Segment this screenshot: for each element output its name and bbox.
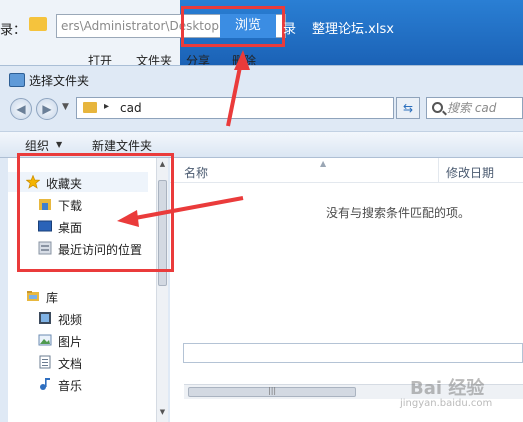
nav-label-videos: 视频 bbox=[58, 313, 83, 327]
nav-label-music: 音乐 bbox=[58, 379, 83, 393]
scroll-down-icon[interactable]: ▼ bbox=[157, 408, 168, 416]
search-input[interactable] bbox=[447, 99, 521, 117]
desktop-file-xlsx[interactable]: 整理论坛.xlsx bbox=[312, 18, 394, 37]
nav-item-music[interactable]: 音乐 bbox=[8, 374, 148, 394]
forward-arrow-icon: ▶ bbox=[42, 102, 52, 116]
search-box[interactable] bbox=[426, 97, 523, 119]
organize-button[interactable]: 组织 bbox=[25, 137, 49, 154]
video-icon bbox=[39, 312, 51, 324]
nav-item-libraries[interactable]: 库 bbox=[8, 286, 148, 306]
forward-button[interactable]: ▶ bbox=[36, 98, 58, 120]
nav-label-pictures: 图片 bbox=[58, 335, 83, 349]
folder-icon bbox=[83, 102, 97, 113]
favorites-highlight-box bbox=[17, 153, 174, 272]
music-icon bbox=[40, 378, 50, 390]
scroll-grip-icon: ||| bbox=[268, 386, 277, 395]
nav-item-documents[interactable]: 文档 bbox=[8, 352, 148, 372]
address-bar[interactable]: ▸ cad bbox=[76, 97, 394, 119]
title-bar: 选择文件夹 bbox=[0, 66, 523, 92]
column-name[interactable]: 名称 bbox=[184, 164, 208, 181]
browse-highlight-box bbox=[181, 6, 285, 47]
nav-item-videos[interactable]: 视频 bbox=[8, 308, 148, 328]
watermark-url: jingyan.baidu.com bbox=[400, 398, 493, 409]
empty-results-message: 没有与搜索条件匹配的项。 bbox=[326, 206, 471, 220]
background-menu: 打开 文件夹 分享 删除 bbox=[82, 52, 282, 68]
back-button[interactable]: ◀ bbox=[10, 98, 32, 120]
back-arrow-icon: ◀ bbox=[16, 102, 26, 116]
sort-indicator-icon: ▲ bbox=[320, 159, 327, 168]
chevron-down-icon: ▼ bbox=[56, 140, 63, 149]
column-date-modified[interactable]: 修改日期 bbox=[446, 164, 494, 181]
recent-locations-dropdown[interactable]: ▼ bbox=[62, 102, 69, 112]
dialog-title: 选择文件夹 bbox=[29, 74, 90, 88]
new-folder-button[interactable]: 新建文件夹 bbox=[92, 137, 152, 154]
nav-label-libraries: 库 bbox=[46, 291, 59, 305]
refresh-button[interactable]: ⇆ bbox=[396, 97, 420, 119]
library-icon bbox=[27, 291, 39, 301]
background-path-label: 录： bbox=[0, 23, 27, 38]
search-icon bbox=[432, 102, 443, 113]
breadcrumb-separator[interactable]: ▸ bbox=[104, 101, 109, 112]
refresh-icon: ⇆ bbox=[402, 101, 414, 115]
folder-name-field[interactable] bbox=[183, 343, 523, 363]
desktop-label-fragment: 录 bbox=[283, 22, 297, 37]
window-icon bbox=[9, 73, 25, 87]
picture-icon bbox=[38, 334, 52, 346]
nav-label-documents: 文档 bbox=[58, 357, 83, 371]
nav-item-pictures[interactable]: 图片 bbox=[8, 330, 148, 350]
column-header: 名称 ▲ 修改日期 bbox=[170, 158, 523, 183]
background-folder-icon bbox=[29, 17, 47, 31]
breadcrumb-current[interactable]: cad bbox=[120, 101, 142, 115]
document-icon bbox=[39, 355, 51, 369]
column-divider[interactable] bbox=[438, 158, 439, 182]
watermark-logo: Bai 经验 bbox=[410, 378, 485, 399]
